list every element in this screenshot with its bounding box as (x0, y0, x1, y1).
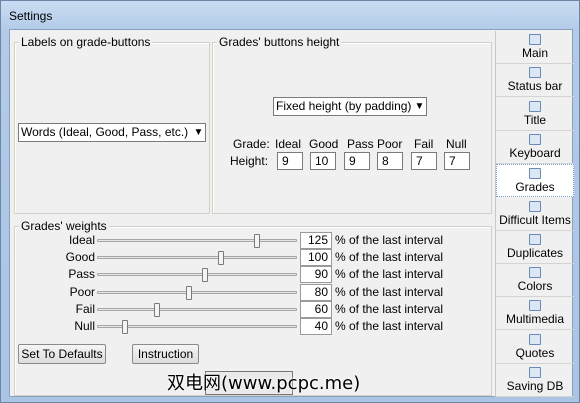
weight-value-fail[interactable]: 60 (300, 300, 332, 318)
weights-group-title: Grades' weights (19, 219, 109, 233)
weight-value-good[interactable]: 100 (300, 249, 332, 267)
grades-icon (529, 168, 541, 180)
weight-slider-pass[interactable] (97, 273, 297, 277)
saving-db-icon (529, 367, 541, 378)
nav-item-difficult-items[interactable]: Difficult Items (496, 198, 574, 231)
labels-select[interactable]: Words (Ideal, Good, Pass, etc.) ▼ (18, 123, 206, 142)
watermark-text: 双电网(www.pcpc.me) (167, 373, 361, 394)
keyboard-icon (529, 133, 541, 145)
nav-item-quotes[interactable]: Quotes (496, 331, 574, 364)
nav-item-duplicates[interactable]: Duplicates (496, 231, 574, 264)
nav-item-label: Grades (515, 180, 555, 195)
labels-group-title: Labels on grade-buttons (19, 35, 153, 49)
grade-name-ideal: Ideal (275, 137, 302, 151)
weight-slider-good[interactable] (97, 256, 297, 260)
weight-value-poor[interactable]: 80 (300, 283, 332, 301)
height-input-fail[interactable]: 7 (411, 152, 437, 170)
weight-slider-thumb[interactable] (186, 285, 192, 300)
weight-label-ideal: Ideal (68, 233, 95, 247)
main-icon (529, 34, 541, 45)
grade-name-good: Good (309, 137, 339, 151)
grade-name-pass: Pass (347, 137, 374, 151)
duplicates-icon (529, 233, 541, 245)
nav-item-label: Colors (517, 279, 553, 294)
weight-suffix: % of the last interval (335, 267, 444, 282)
nav-item-saving-db[interactable]: Saving DB (496, 364, 574, 397)
height-mode-value: Fixed height (by padding) (276, 99, 412, 113)
nav-item-label: Main (521, 46, 548, 60)
weight-value-pass[interactable]: 90 (300, 266, 332, 284)
nav-item-label: Quotes (515, 345, 555, 360)
weight-suffix: % of the last interval (335, 233, 444, 247)
nav-item-status-bar[interactable]: Status bar (496, 64, 574, 98)
weight-value-null[interactable]: 40 (300, 318, 332, 335)
weight-slider-thumb[interactable] (218, 251, 224, 266)
nav-item-multimedia[interactable]: Multimedia (496, 297, 574, 331)
instruction-button[interactable]: Instruction (132, 344, 199, 364)
title-icon (529, 100, 541, 112)
weight-slider-ideal[interactable] (97, 239, 297, 242)
height-mode-select[interactable]: Fixed height (by padding) ▼ (273, 97, 427, 116)
nav-item-grades[interactable]: Grades (496, 164, 574, 198)
height-row-label: Height: (230, 154, 269, 168)
set-to-defaults-button[interactable]: Set To Defaults (18, 344, 106, 364)
nav-item-colors[interactable]: Colors (496, 264, 574, 298)
weight-label-pass: Pass (68, 267, 95, 282)
nav-item-label: Saving DB (506, 379, 564, 393)
weight-label-null: Null (74, 319, 95, 333)
weight-slider-thumb[interactable] (122, 320, 128, 334)
weight-suffix: % of the last interval (335, 319, 444, 333)
settings-window: Settings Labels on grade-buttons Words (… (0, 0, 580, 403)
chevron-down-icon[interactable]: ▼ (414, 99, 425, 114)
nav-item-label: Title (523, 112, 547, 127)
height-input-ideal[interactable]: 9 (277, 152, 303, 170)
weight-slider-thumb[interactable] (202, 268, 208, 283)
weight-suffix: % of the last interval (335, 301, 444, 316)
weight-label-fail: Fail (75, 301, 95, 316)
difficult-items-icon (529, 200, 541, 212)
chevron-down-icon[interactable]: ▼ (193, 125, 204, 140)
weight-slider-thumb[interactable] (254, 234, 260, 248)
height-input-null[interactable]: 7 (444, 152, 470, 170)
nav-item-keyboard[interactable]: Keyboard (496, 131, 574, 164)
height-input-poor[interactable]: 8 (377, 152, 403, 170)
nav-item-label: Keyboard (509, 145, 561, 160)
labels-select-value: Words (Ideal, Good, Pass, etc.) (21, 125, 189, 139)
weight-suffix: % of the last interval (335, 284, 444, 299)
nav-item-label: Multimedia (505, 312, 565, 327)
colors-icon (529, 267, 541, 279)
settings-nav: Main Status bar Title Keyboard Grades Difficu… (495, 31, 574, 397)
grade-name-fail: Fail (414, 137, 434, 151)
weight-slider-thumb[interactable] (154, 302, 160, 317)
window-title: Settings (9, 9, 53, 23)
weight-label-poor: Poor (69, 284, 95, 299)
grade-name-null: Null (446, 137, 467, 151)
nav-item-main[interactable]: Main (496, 31, 574, 64)
weight-slider-poor[interactable] (97, 290, 297, 294)
height-input-good[interactable]: 10 (310, 152, 336, 170)
status-bar-icon (529, 67, 541, 79)
nav-item-label: Duplicates (506, 245, 564, 260)
grade-row-label: Grade: (233, 137, 270, 151)
weight-value-ideal[interactable]: 125 (300, 232, 332, 249)
settings-client-area: Labels on grade-buttons Words (Ideal, Go… (9, 29, 574, 397)
height-input-pass[interactable]: 9 (344, 152, 370, 170)
multimedia-icon (529, 300, 541, 312)
heights-group: Grades' buttons height Fixed height (by … (212, 35, 492, 214)
labels-group: Labels on grade-buttons Words (Ideal, Go… (14, 35, 210, 214)
weight-label-good: Good (65, 250, 95, 265)
heights-group-title: Grades' buttons height (217, 35, 342, 49)
nav-item-label: Status bar (507, 79, 563, 94)
weight-suffix: % of the last interval (335, 250, 444, 265)
nav-item-title[interactable]: Title (496, 98, 574, 131)
weight-slider-fail[interactable] (97, 307, 297, 311)
quotes-icon (529, 333, 541, 345)
grade-name-poor: Poor (377, 137, 403, 151)
nav-item-label: Difficult Items (499, 212, 571, 227)
